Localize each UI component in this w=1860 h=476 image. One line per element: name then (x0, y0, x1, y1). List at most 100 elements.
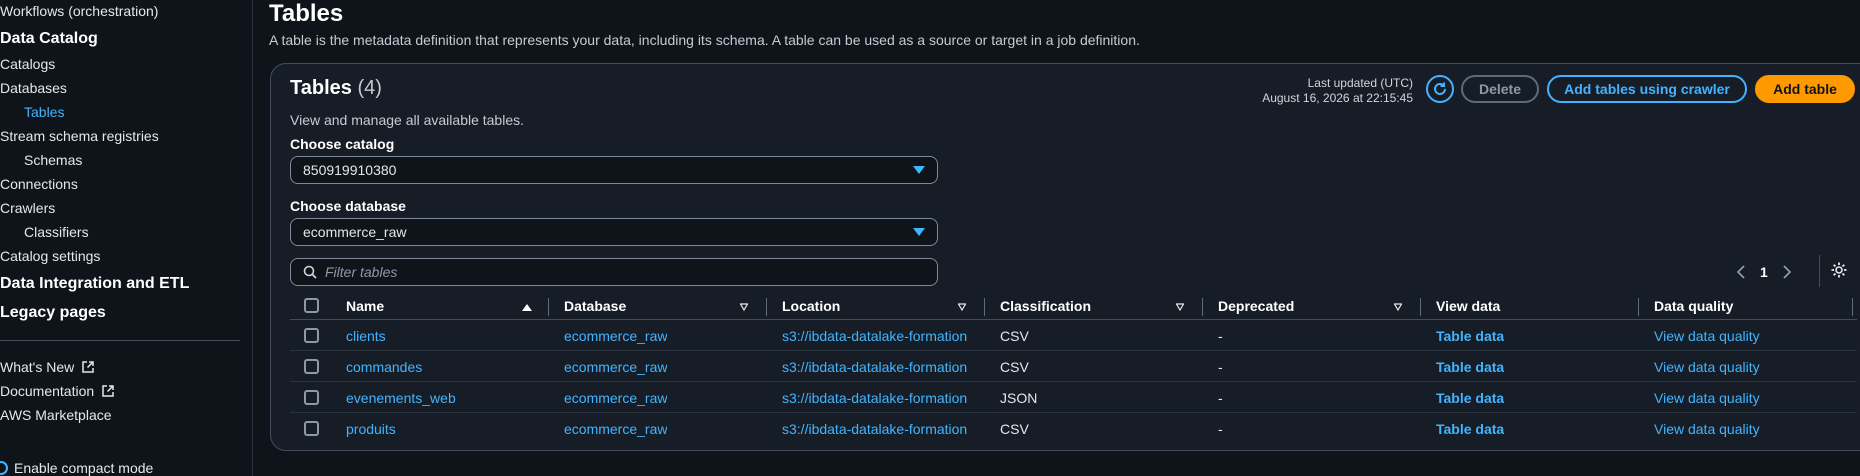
nav-documentation[interactable]: Documentation (0, 383, 114, 399)
select-all-checkbox[interactable] (304, 298, 319, 313)
side-navigation: Workflows (orchestration) Data Catalog C… (0, 0, 253, 476)
refresh-icon (1434, 82, 1446, 95)
view-data-quality-link[interactable]: View data quality (1654, 320, 1760, 351)
table-data-link[interactable]: Table data (1436, 351, 1504, 382)
nav-whats-new-label: What's New (0, 359, 75, 375)
nav-classifiers[interactable]: Classifiers (24, 224, 89, 240)
page-number[interactable]: 1 (1760, 264, 1768, 280)
page-title: Tables (269, 0, 344, 27)
nav-crawlers[interactable]: Crawlers (0, 200, 55, 216)
nav-workflows[interactable]: Workflows (orchestration) (0, 3, 158, 19)
column-resizer[interactable] (1202, 298, 1203, 316)
refresh-button[interactable] (1426, 75, 1454, 103)
table-data-link[interactable]: Table data (1436, 413, 1504, 444)
row-checkbox[interactable] (304, 421, 319, 436)
location-link[interactable]: s3://ibdata-datalake-formation (782, 320, 982, 351)
panel-title: Tables (4) (290, 77, 382, 100)
table-name-link[interactable]: commandes (346, 351, 422, 382)
add-tables-crawler-button[interactable]: Add tables using crawler (1547, 75, 1747, 103)
catalog-label: Choose catalog (290, 136, 395, 152)
database-label: Choose database (290, 198, 406, 214)
table-data-link[interactable]: Table data (1436, 382, 1504, 413)
nav-stream-schema-registries[interactable]: Stream schema registries (0, 128, 159, 144)
caret-down-icon (913, 166, 925, 174)
location-link[interactable]: s3://ibdata-datalake-formation (782, 382, 982, 413)
nav-whats-new[interactable]: What's New (0, 359, 94, 375)
column-resizer[interactable] (1638, 298, 1639, 316)
column-header-name[interactable]: Name (346, 292, 384, 320)
filter-tables-input[interactable] (325, 264, 915, 280)
database-link[interactable]: ecommerce_raw (564, 320, 667, 351)
database-select[interactable]: ecommerce_raw (290, 218, 938, 246)
location-link[interactable]: s3://ibdata-datalake-formation (782, 413, 982, 444)
location-link[interactable]: s3://ibdata-datalake-formation (782, 351, 982, 382)
column-resizer[interactable] (984, 298, 985, 316)
compact-mode-label: Enable compact mode (14, 460, 154, 476)
table-name-link[interactable]: clients (346, 320, 386, 351)
column-header-database[interactable]: Database (564, 292, 626, 320)
deprecated-cell: - (1218, 358, 1223, 375)
table-count: (4) (357, 77, 382, 99)
nav-databases[interactable]: Databases (0, 80, 67, 96)
nav-tables[interactable]: Tables (24, 104, 64, 120)
sort-ascending-icon[interactable] (522, 304, 532, 311)
table-data-link[interactable]: Table data (1436, 320, 1504, 351)
table-name-link[interactable]: produits (346, 413, 396, 444)
column-header-location[interactable]: Location (782, 292, 840, 320)
column-resizer[interactable] (766, 298, 767, 316)
nav-schemas[interactable]: Schemas (24, 152, 82, 168)
database-link[interactable]: ecommerce_raw (564, 351, 667, 382)
column-resizer[interactable] (1420, 298, 1421, 316)
view-data-quality-link[interactable]: View data quality (1654, 413, 1760, 444)
panel-subtitle: View and manage all available tables. (290, 112, 525, 128)
deprecated-cell: - (1218, 327, 1223, 344)
table-row: produits ecommerce_raw s3://ibdata-datal… (290, 413, 1857, 444)
row-checkbox[interactable] (304, 390, 319, 405)
nav-section-data-catalog: Data Catalog (0, 30, 98, 47)
catalog-select[interactable]: 850919910380 (290, 156, 938, 184)
nav-aws-marketplace[interactable]: AWS Marketplace (0, 407, 112, 423)
database-select-value: ecommerce_raw (303, 224, 407, 240)
nav-catalog-settings[interactable]: Catalog settings (0, 248, 100, 264)
table-name-link[interactable]: evenements_web (346, 382, 456, 413)
sort-icon[interactable] (1394, 303, 1402, 311)
external-link-icon (82, 361, 94, 373)
add-table-button[interactable]: Add table (1755, 75, 1855, 103)
filter-tables-search[interactable] (290, 258, 938, 286)
last-updated-label: Last updated (UTC) (1307, 76, 1413, 90)
caret-down-icon (913, 228, 925, 236)
toggle-icon (0, 461, 8, 475)
column-header-deprecated[interactable]: Deprecated (1218, 292, 1294, 320)
row-checkbox[interactable] (304, 359, 319, 374)
nav-section-data-integration[interactable]: Data Integration and ETL (0, 275, 189, 293)
table-row: clients ecommerce_raw s3://ibdata-datala… (290, 320, 1857, 351)
chevron-right-icon[interactable] (1782, 265, 1792, 279)
delete-button[interactable]: Delete (1461, 75, 1539, 103)
column-header-view-data: View data (1436, 298, 1501, 314)
sort-icon[interactable] (958, 303, 966, 311)
column-header-classification[interactable]: Classification (1000, 292, 1091, 320)
table-row: commandes ecommerce_raw s3://ibdata-data… (290, 351, 1857, 382)
sort-icon[interactable] (1176, 303, 1184, 311)
nav-catalogs[interactable]: Catalogs (0, 56, 55, 72)
nav-connections[interactable]: Connections (0, 176, 78, 192)
column-resizer[interactable] (1852, 298, 1853, 316)
database-link[interactable]: ecommerce_raw (564, 382, 667, 413)
column-header-data-quality: Data quality (1654, 298, 1734, 314)
view-data-quality-link[interactable]: View data quality (1654, 382, 1760, 413)
nav-section-legacy-pages[interactable]: Legacy pages (0, 304, 106, 322)
sort-icon[interactable] (740, 303, 748, 311)
gear-icon[interactable] (1830, 261, 1848, 279)
deprecated-cell: - (1218, 389, 1223, 406)
tables-table: Name Database Location Classification De… (290, 292, 1857, 444)
view-data-quality-link[interactable]: View data quality (1654, 351, 1760, 382)
catalog-select-value: 850919910380 (303, 162, 397, 178)
chevron-left-icon[interactable] (1736, 265, 1746, 279)
last-updated-value: August 16, 2026 at 22:15:45 (1262, 91, 1413, 105)
page-description: A table is the metadata definition that … (269, 32, 1140, 48)
database-link[interactable]: ecommerce_raw (564, 413, 667, 444)
compact-mode-toggle[interactable]: Enable compact mode (0, 460, 153, 476)
table-row: evenements_web ecommerce_raw s3://ibdata… (290, 382, 1857, 413)
column-resizer[interactable] (548, 298, 549, 316)
row-checkbox[interactable] (304, 328, 319, 343)
